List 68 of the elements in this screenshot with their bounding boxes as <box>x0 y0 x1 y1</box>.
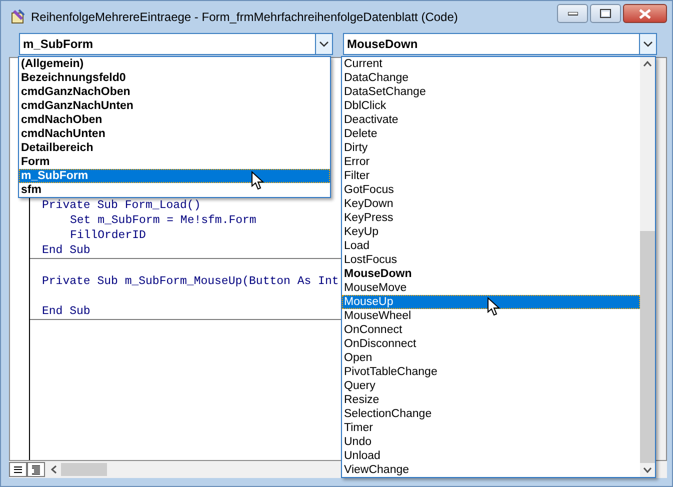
list-item[interactable]: KeyPress <box>342 211 640 225</box>
chevron-down-icon <box>319 41 329 47</box>
minimize-button[interactable] <box>557 4 588 23</box>
window-title: ReihenfolgeMehrereEintraege - Form_frmMehrfachreihenfolgeDatenblatt (Code) <box>31 8 458 26</box>
lines-icon <box>13 466 23 474</box>
list-item[interactable]: OnDisconnect <box>342 337 640 351</box>
list-item[interactable]: Delete <box>342 127 640 141</box>
horizontal-scrollbar-thumb[interactable] <box>61 463 107 476</box>
list-item[interactable]: OnConnect <box>342 323 640 337</box>
code-line: Private Sub Form_Load() <box>42 198 201 213</box>
list-item[interactable]: Detailbereich <box>19 141 330 155</box>
list-item[interactable]: Dirty <box>342 141 640 155</box>
list-item[interactable]: Query <box>342 379 640 393</box>
list-item[interactable]: Resize <box>342 393 640 407</box>
list-item[interactable]: SelectionChange <box>342 407 640 421</box>
list-item[interactable]: Undo <box>342 435 640 449</box>
list-item[interactable]: MouseWheel <box>342 309 640 323</box>
scrollbar-thumb[interactable] <box>640 231 655 463</box>
dropdown-button[interactable] <box>639 34 656 54</box>
list-item[interactable]: LostFocus <box>342 253 640 267</box>
code-line: FillOrderID <box>70 228 146 243</box>
full-module-view-button[interactable] <box>27 462 45 477</box>
pointer-icon <box>487 297 500 316</box>
object-combo[interactable]: m_SubForm <box>19 33 333 55</box>
list-item[interactable]: cmdNachOben <box>19 113 330 127</box>
list-item[interactable]: PivotTableChange <box>342 365 640 379</box>
procedure-view-button[interactable] <box>9 462 27 477</box>
combo-value: m_SubForm <box>23 36 94 53</box>
list-item[interactable]: Open <box>342 351 640 365</box>
list-item[interactable]: GotFocus <box>342 183 640 197</box>
list-item[interactable]: cmdGanzNachUnten <box>19 99 330 113</box>
indented-lines-icon <box>31 464 41 474</box>
list-item[interactable]: DblClick <box>342 99 640 113</box>
combo-value: MouseDown <box>347 36 419 53</box>
list-item[interactable]: Timer <box>342 421 640 435</box>
list-item[interactable]: cmdNachUnten <box>19 127 330 141</box>
list-item[interactable]: Current <box>342 57 640 71</box>
close-button[interactable] <box>623 4 667 23</box>
list-item[interactable]: KeyDown <box>342 197 640 211</box>
list-item[interactable]: Error <box>342 155 640 169</box>
dropdown-button[interactable] <box>315 34 332 54</box>
list-item[interactable]: Filter <box>342 169 640 183</box>
code-line: Set m_SubForm = Me!sfm.Form <box>70 213 256 228</box>
list-item[interactable]: MouseMove <box>342 281 640 295</box>
code-window-icon <box>10 8 26 24</box>
chevron-down-icon <box>643 41 653 47</box>
scroll-left-icon[interactable] <box>51 465 57 474</box>
maximize-icon <box>600 9 611 18</box>
code-line: End Sub <box>42 243 90 258</box>
list-item[interactable]: Deactivate <box>342 113 640 127</box>
list-item[interactable]: Bezeichnungsfeld0 <box>19 71 330 85</box>
maximize-button[interactable] <box>590 4 621 23</box>
list-item[interactable]: sfm <box>19 183 330 197</box>
list-item[interactable]: Unload <box>342 449 640 463</box>
pointer-icon <box>251 171 264 190</box>
list-item[interactable]: DataChange <box>342 71 640 85</box>
list-item[interactable]: Load <box>342 239 640 253</box>
list-item[interactable]: Form <box>19 155 330 169</box>
list-item[interactable]: DataSetChange <box>342 85 640 99</box>
list-item[interactable]: cmdGanzNachOben <box>19 85 330 99</box>
list-item[interactable]: KeyUp <box>342 225 640 239</box>
list-item[interactable]: (Allgemein) <box>19 57 330 71</box>
close-icon <box>639 8 651 18</box>
code-line: Private Sub m_SubForm_MouseUp(Button As Int <box>42 274 339 289</box>
procedure-combo[interactable]: MouseDown <box>343 33 657 55</box>
minimize-icon <box>568 12 578 16</box>
list-item[interactable]: MouseDown <box>342 267 640 281</box>
code-line: End Sub <box>42 304 90 319</box>
